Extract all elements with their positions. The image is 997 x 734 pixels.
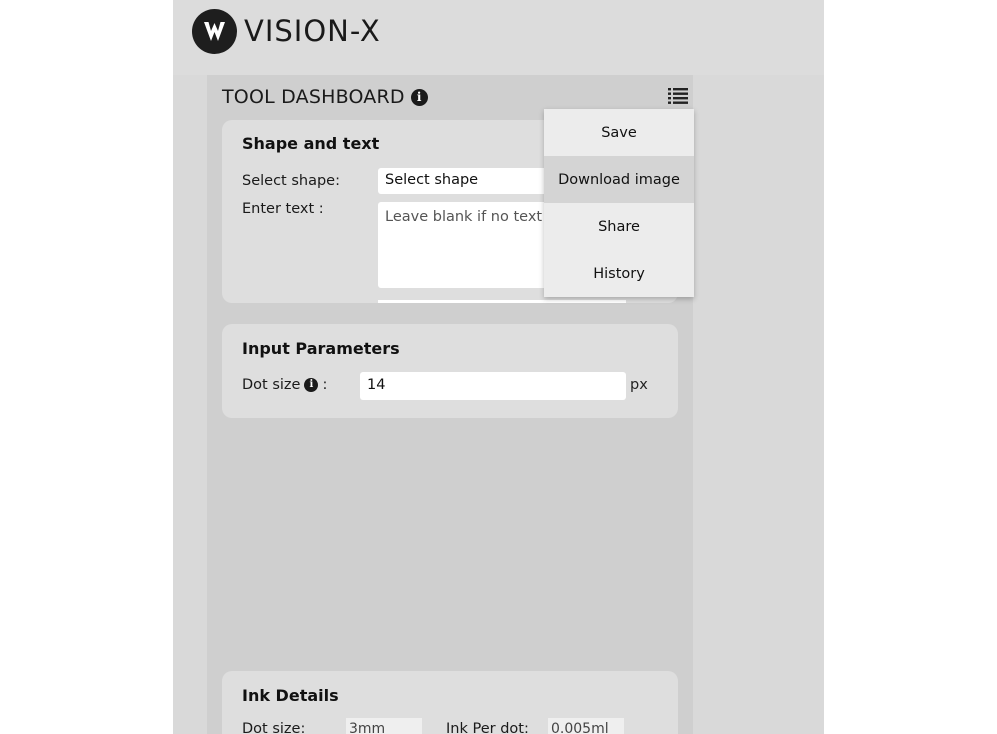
ink-dot-size-value[interactable]: 3mm [346,718,422,734]
brand-logo-icon[interactable] [192,9,237,54]
dashboard-title-text: TOOL DASHBOARD [222,86,405,108]
ink-dot-size-label: Dot size: [242,721,306,734]
menu-item-history[interactable]: History [544,250,694,297]
dot-size-input[interactable]: 14 [360,372,626,400]
enter-text-label: Enter text : [242,201,324,217]
ink-details-title: Ink Details [242,686,339,705]
ink-per-dot-value[interactable]: 0.005ml [548,718,624,734]
ink-per-dot-label: Ink Per dot: [446,721,529,734]
dot-size-label-colon: : [322,377,328,393]
list-menu-icon[interactable] [668,87,688,105]
text-input-edge [378,300,626,303]
menu-item-save[interactable]: Save [544,109,694,156]
options-dropdown-menu: Save Download image Share History [544,109,694,297]
input-parameters-title: Input Parameters [242,339,400,358]
dot-size-label: Dot size i : [242,377,327,393]
dashboard-title: TOOL DASHBOARD i [222,86,428,108]
dot-size-info-icon[interactable]: i [304,378,319,392]
select-shape-label: Select shape: [242,173,340,189]
menu-item-download-image[interactable]: Download image [544,156,694,203]
dot-size-label-text: Dot size [242,377,301,393]
info-icon[interactable]: i [410,88,428,106]
dot-size-unit: px [630,377,648,393]
brand-name: VISION-X [244,14,381,48]
shape-text-title: Shape and text [242,134,380,153]
menu-item-share[interactable]: Share [544,203,694,250]
